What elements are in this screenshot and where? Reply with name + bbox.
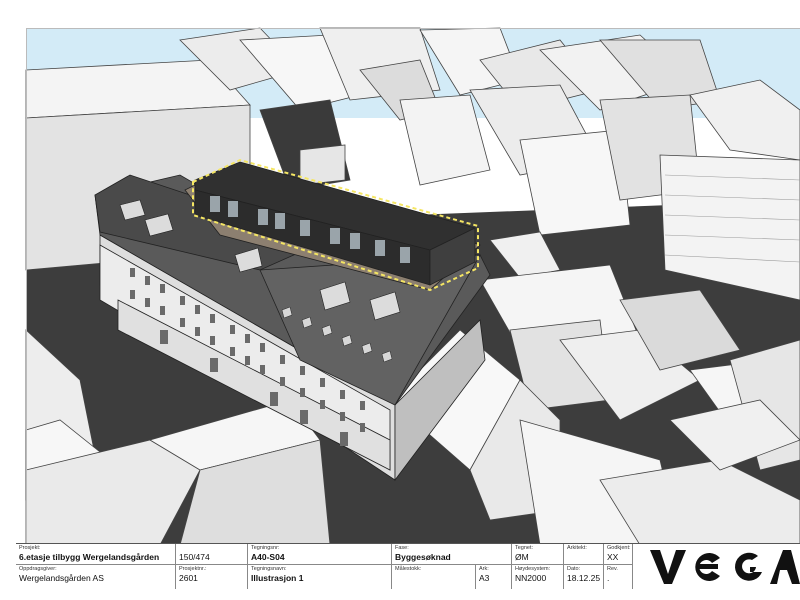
date-caption: Dato: (567, 566, 581, 572)
date-value: 18.12.25 (567, 573, 601, 583)
architect-caption: Arkitekt: (567, 545, 587, 551)
project-value: 6.etasje tilbygg Wergelandsgården (19, 552, 160, 562)
drawing-name-cell: Tegningsnavn: Illustrasjon 1 (248, 565, 392, 589)
height-system-cell: Høydesystem: NN2000 (512, 565, 564, 589)
architect-cell: Arkitekt: (564, 544, 604, 564)
approved-caption: Godkjent: (607, 545, 631, 551)
project-number-cell: Prosjektnr.: 2601 (176, 565, 248, 589)
client-caption: Oppdragsgiver: (19, 566, 57, 572)
revision-cell: Rev. . (604, 565, 633, 589)
client-value: Wergelandsgården AS (19, 573, 104, 583)
vega-logo (650, 550, 800, 584)
phase-caption: Fase: (395, 545, 409, 551)
drawing-name-value: Illustrasjon 1 (251, 573, 304, 583)
date-cell: Dato: 18.12.25 (564, 565, 604, 589)
sheet-cell: Ark: A3 (476, 565, 512, 589)
sheet-caption: Ark: (479, 566, 489, 572)
project-caption: Prosjekt: (19, 545, 41, 551)
architectural-illustration (25, 27, 800, 546)
drawn-by-caption: Tegnet: (515, 545, 534, 551)
phase-value: Byggesøknad (395, 552, 451, 562)
drawing-number-cell: Tegningsnr: A40-S04 (248, 544, 392, 564)
drawing-name-caption: Tegningsnavn: (251, 566, 287, 572)
drawn-by-cell: Tegnet: ØM (512, 544, 564, 564)
title-block: Prosjekt: 6.etasje tilbygg Wergelandsgår… (16, 543, 800, 589)
client-cell: Oppdragsgiver: Wergelandsgården AS (16, 565, 176, 589)
project-number-caption: Prosjektnr.: (179, 566, 207, 572)
sheet-value: A3 (479, 573, 490, 583)
height-system-caption: Høydesystem: (515, 566, 551, 572)
approved-value: XX (607, 552, 619, 562)
drawing-number-value: A40-S04 (251, 552, 285, 562)
scale-cell: Målestokk: (392, 565, 476, 589)
project-number-value: 2601 (179, 573, 198, 583)
revision-caption: Rev. (607, 566, 618, 572)
drawn-by-value: ØM (515, 552, 529, 562)
height-system-value: NN2000 (515, 573, 547, 583)
revision-value: . (607, 573, 610, 583)
scale-caption: Målestokk: (395, 566, 422, 572)
project-cell: Prosjekt: 6.etasje tilbygg Wergelandsgår… (16, 544, 176, 564)
gnr-bnr-value: 150/474 (179, 552, 210, 562)
drawing-number-caption: Tegningsnr: (251, 545, 280, 551)
gnr-bnr-cell: 150/474 (176, 544, 248, 564)
approved-cell: Godkjent: XX (604, 544, 633, 564)
phase-cell: Fase: Byggesøknad (392, 544, 512, 564)
